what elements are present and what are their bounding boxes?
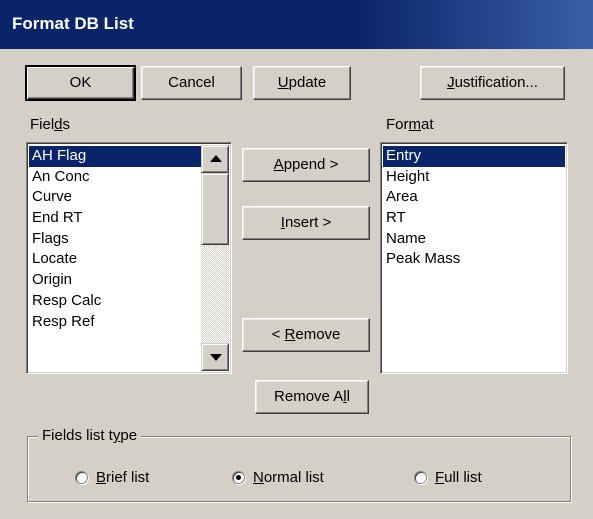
ok-button[interactable]: OK [25, 65, 136, 101]
format-list-item[interactable]: Height [383, 167, 565, 188]
format-label: Format [386, 116, 434, 133]
fields-list-item[interactable]: Curve [29, 187, 201, 208]
format-list-item[interactable]: Name [383, 229, 565, 250]
fields-label: Fields [30, 116, 71, 133]
format-db-list-dialog: Format DB List OK Cancel Update Justific… [0, 0, 593, 519]
justification-button[interactable]: Justification... [420, 66, 565, 100]
format-list-item[interactable]: Area [383, 187, 565, 208]
brief-list-radio[interactable]: Brief list [75, 466, 149, 488]
fields-list-item[interactable]: Locate [29, 249, 201, 270]
format-list-item[interactable]: Peak Mass [383, 249, 565, 270]
fields-list-item[interactable]: Origin [29, 270, 201, 291]
scroll-down-button[interactable] [201, 343, 229, 371]
normal-list-radio[interactable]: Normal list [232, 466, 324, 488]
fields-list-item[interactable]: Flags [29, 229, 201, 250]
full-list-radio[interactable]: Full list [414, 466, 482, 488]
remove-button[interactable]: < Remove [242, 318, 370, 352]
fields-list-type-legend: Fields list type [38, 427, 142, 444]
fields-list-item[interactable]: Resp Ref [29, 312, 201, 333]
radio-selected-dot [236, 474, 241, 480]
format-list-item[interactable]: Entry [383, 146, 565, 167]
fields-scrollbar[interactable] [201, 145, 229, 371]
fields-listbox[interactable]: AH Flag An Conc Curve End RT Flags Locate Orig… [26, 142, 232, 374]
fields-list: AH Flag An Conc Curve End RT Flags Locate Orig… [29, 146, 201, 332]
title-bar[interactable]: Format DB List [0, 0, 593, 50]
fields-list-item[interactable]: Resp Calc [29, 291, 201, 312]
format-list: Entry Height Area RT Name Peak Mass [383, 146, 565, 270]
cancel-button[interactable]: Cancel [141, 66, 242, 100]
fields-list-item[interactable]: AH Flag [29, 146, 201, 167]
radio-circle-icon [414, 470, 427, 484]
arrow-up-icon [210, 155, 222, 162]
radio-circle-icon [232, 470, 245, 484]
arrow-down-icon [210, 354, 222, 361]
update-button[interactable]: Update [253, 66, 351, 100]
insert-button[interactable]: Insert > [242, 206, 370, 240]
format-listbox[interactable]: Entry Height Area RT Name Peak Mass [380, 142, 568, 374]
window-title: Format DB List [12, 14, 134, 33]
scroll-thumb[interactable] [201, 173, 229, 245]
radio-circle-icon [75, 470, 88, 484]
fields-list-item[interactable]: End RT [29, 208, 201, 229]
format-list-item[interactable]: RT [383, 208, 565, 229]
append-button[interactable]: Append > [242, 148, 370, 182]
remove-all-button[interactable]: Remove All [255, 380, 369, 414]
scroll-up-button[interactable] [201, 145, 229, 173]
fields-list-item[interactable]: An Conc [29, 167, 201, 188]
